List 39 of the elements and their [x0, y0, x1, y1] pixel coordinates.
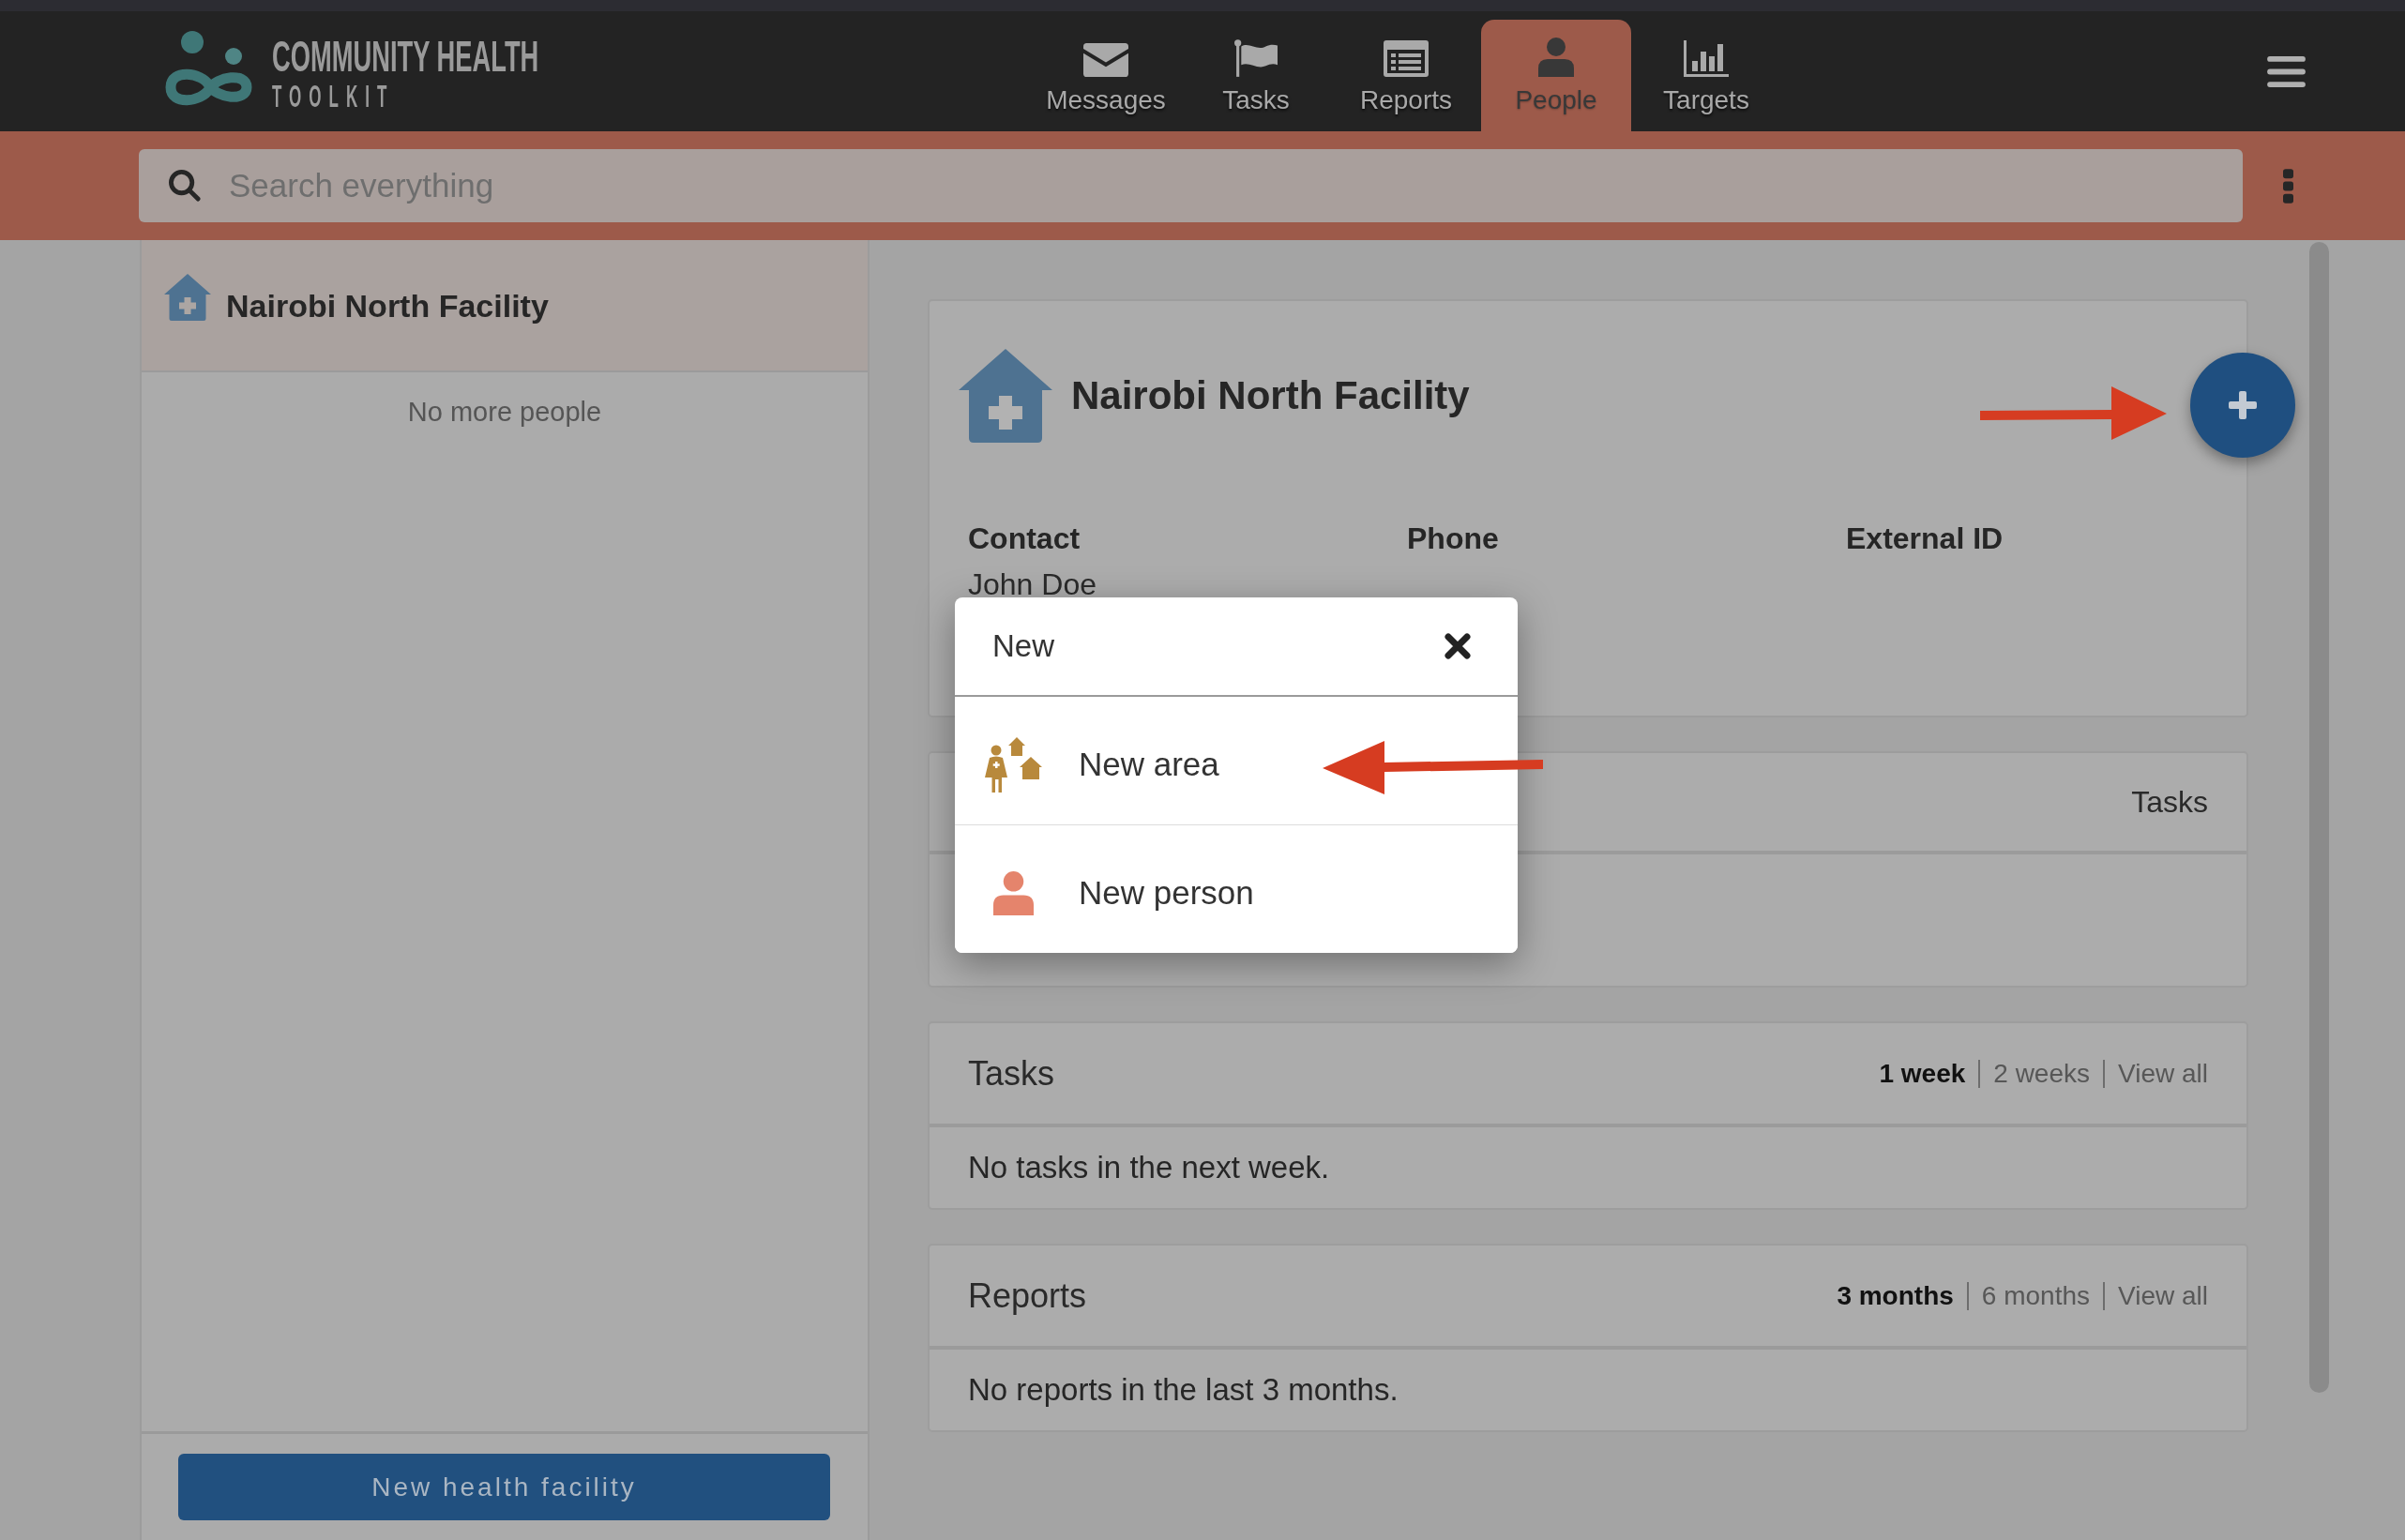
search-field[interactable]: Search everything [139, 149, 2243, 222]
empty-message: No reports in the last 3 months. [968, 1371, 1399, 1409]
field-label: Phone [1407, 521, 1499, 555]
sidebar-item[interactable]: Nairobi North Facility [142, 240, 868, 372]
nav-tab[interactable]: Reports [1331, 20, 1481, 131]
field-label: Contact [968, 521, 1081, 555]
person-icon [1538, 38, 1574, 77]
house-plus-icon [959, 349, 1052, 443]
envelope-icon [1083, 43, 1128, 77]
field-label: External ID [1846, 521, 2004, 555]
dialog-title: New [992, 627, 1055, 665]
card-title: Reports [968, 1276, 1087, 1316]
person-icon [992, 870, 1034, 915]
add-button[interactable] [2190, 353, 2295, 458]
bar-chart-icon [1684, 40, 1729, 77]
more-options-icon[interactable] [2283, 168, 2293, 204]
filter-link[interactable]: 1 week [1879, 1057, 1966, 1090]
search-icon [169, 170, 201, 202]
list-icon [1384, 40, 1429, 77]
scrollbar[interactable] [2309, 242, 2329, 1393]
nav-tab[interactable]: Targets [1631, 20, 1781, 131]
flag-icon [1234, 39, 1278, 77]
plus-icon [2229, 391, 2257, 419]
card-header-label: Tasks [2131, 784, 2208, 820]
dialog-option[interactable]: New person [955, 825, 1518, 953]
nav-tab[interactable]: Tasks [1181, 20, 1331, 131]
field-value: John Doe [968, 568, 1097, 600]
new-facility-button[interactable]: New health facility [178, 1454, 830, 1520]
menu-icon[interactable] [2267, 55, 2306, 87]
card-title: Tasks [968, 1053, 1055, 1094]
close-icon[interactable] [1445, 633, 1471, 659]
house-plus-icon [164, 274, 211, 321]
person-with-houses-icon [984, 736, 1042, 793]
nav-tab[interactable]: Messages [1031, 20, 1181, 131]
empty-note: No more people [407, 396, 602, 429]
dialog-option[interactable]: New area [955, 697, 1518, 825]
empty-message: No tasks in the next week. [968, 1149, 1330, 1186]
filter-link[interactable]: 3 months [1837, 1279, 1954, 1312]
contact-name: Nairobi North Facility [1071, 372, 1470, 419]
